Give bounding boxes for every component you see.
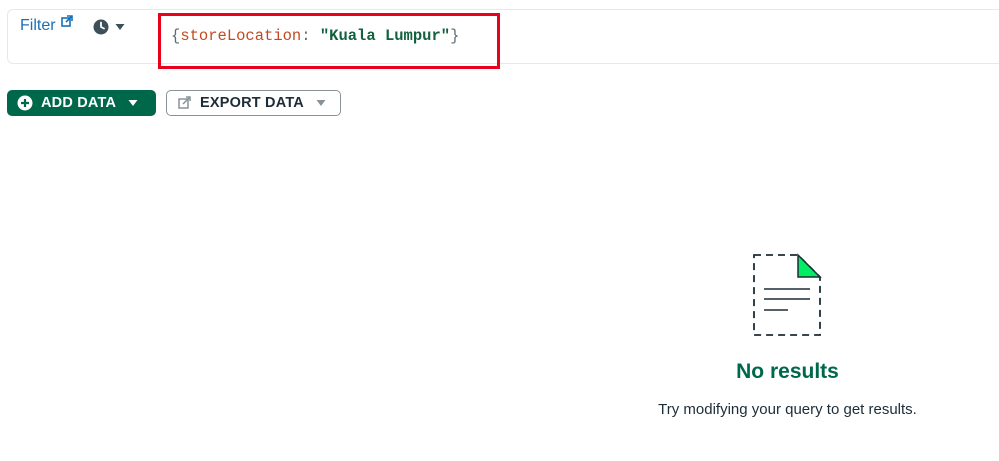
chevron-down-icon <box>115 24 125 30</box>
plus-circle-icon <box>17 95 33 111</box>
filter-bar <box>7 9 999 64</box>
filter-query-input[interactable]: {storeLocation: "Kuala Lumpur"} <box>171 27 459 45</box>
empty-document-icon <box>753 253 822 336</box>
add-data-label: ADD DATA <box>41 95 117 111</box>
chevron-down-icon <box>316 100 326 106</box>
no-results-subtitle: Try modifying your query to get results. <box>658 401 917 418</box>
clock-icon <box>93 19 109 35</box>
query-history-button[interactable] <box>93 18 129 36</box>
export-data-button[interactable]: EXPORT DATA <box>166 90 341 116</box>
query-open-brace: { <box>171 27 181 45</box>
filter-link[interactable]: Filter <box>20 17 56 35</box>
query-close-brace: } <box>450 27 460 45</box>
external-link-icon[interactable] <box>61 15 73 27</box>
export-icon <box>178 96 191 109</box>
query-value: "Kuala Lumpur" <box>319 27 451 45</box>
query-key: storeLocation <box>180 27 302 45</box>
chevron-down-icon <box>128 100 138 106</box>
add-data-button[interactable]: ADD DATA <box>7 90 156 116</box>
query-colon: : <box>301 27 320 45</box>
no-results-title: No results <box>736 360 839 383</box>
export-data-label: EXPORT DATA <box>200 95 304 111</box>
